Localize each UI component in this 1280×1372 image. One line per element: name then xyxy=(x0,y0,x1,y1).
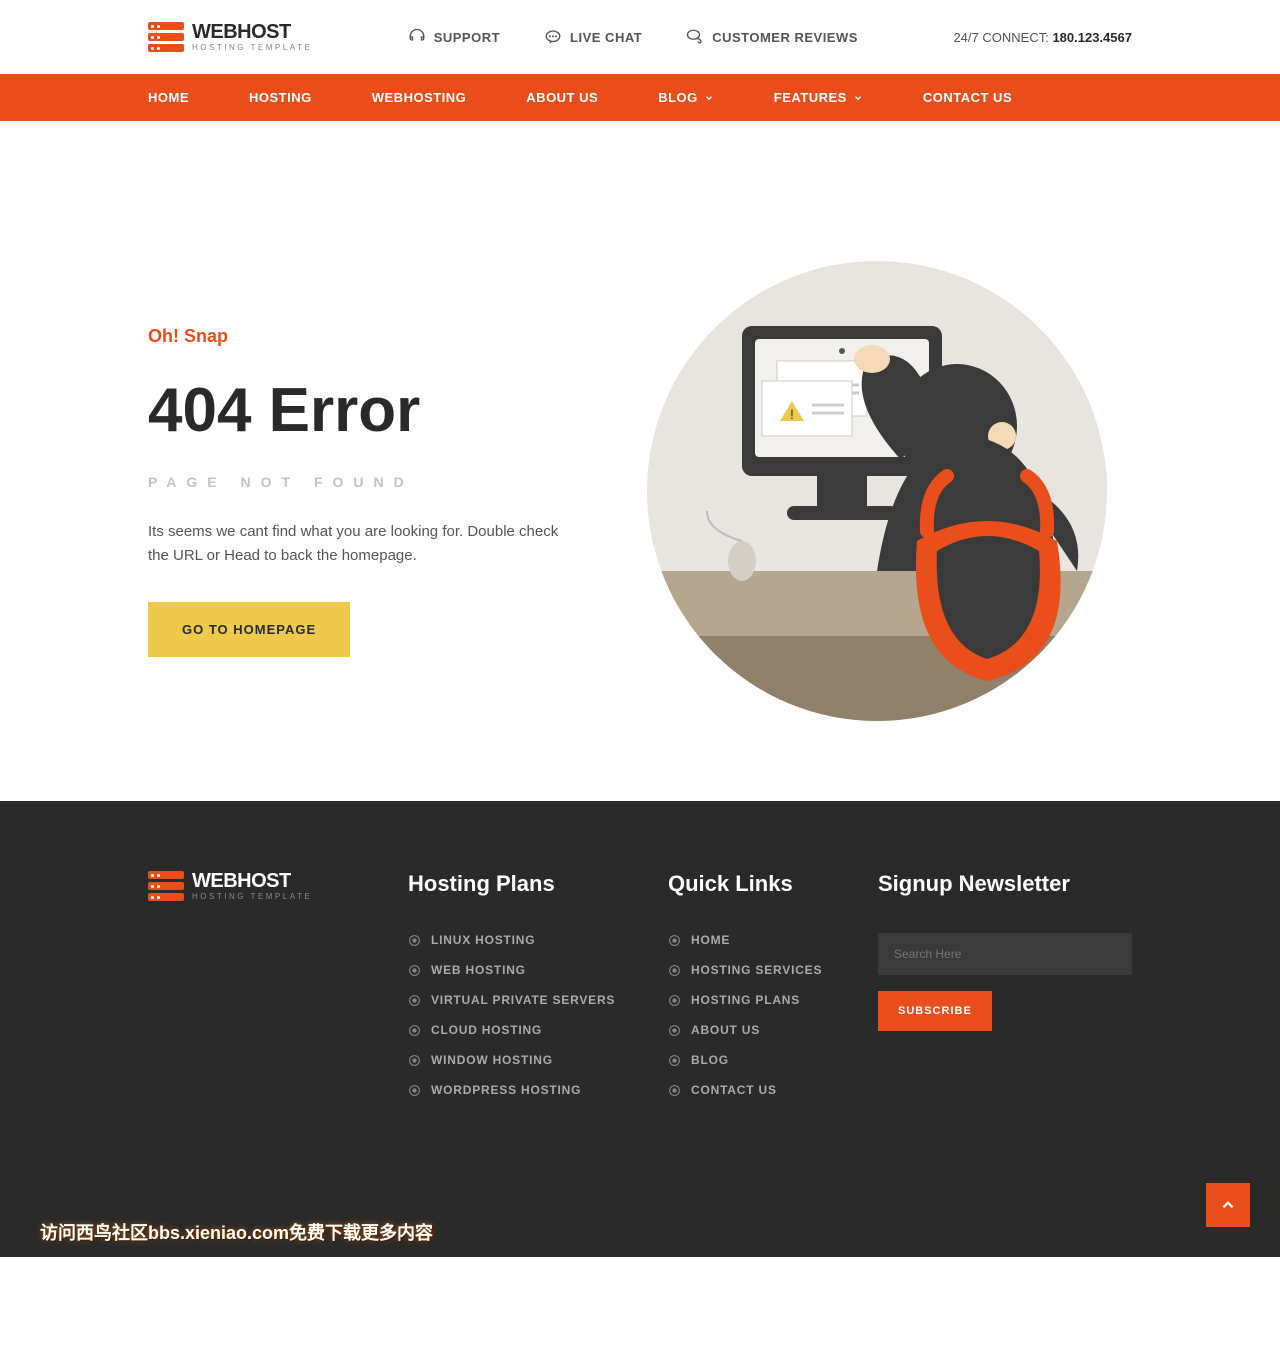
footer-quick-link[interactable]: BLOG xyxy=(668,1053,828,1067)
footer-plan-link[interactable]: VIRTUAL PRIVATE SERVERS xyxy=(408,993,618,1007)
footer-quick-label: HOME xyxy=(691,933,730,947)
logo-title: WEBHOST xyxy=(192,22,312,42)
reviews-link[interactable]: CUSTOMER REVIEWS xyxy=(686,28,858,46)
logo[interactable]: WEBHOST HOSTING TEMPLATE xyxy=(148,22,312,52)
footer-plan-link[interactable]: WINDOW HOSTING xyxy=(408,1053,618,1067)
footer-quick-link[interactable]: HOSTING PLANS xyxy=(668,993,828,1007)
comments-icon xyxy=(686,28,704,46)
chevron-down-icon xyxy=(853,93,863,103)
footer-quick-link[interactable]: ABOUT US xyxy=(668,1023,828,1037)
chevron-up-icon xyxy=(1219,1196,1237,1214)
footer-news-title: Signup Newsletter xyxy=(878,871,1132,897)
livechat-label: LIVE CHAT xyxy=(570,30,642,45)
newsletter-search-input[interactable] xyxy=(878,933,1132,975)
nav-features-label: FEATURES xyxy=(774,90,847,105)
footer-plan-label: WINDOW HOSTING xyxy=(431,1053,553,1067)
footer-plan-label: LINUX HOSTING xyxy=(431,933,535,947)
nav-contact[interactable]: CONTACT US xyxy=(923,90,1012,105)
footer-logo-title: WEBHOST xyxy=(192,871,312,891)
logo-mark-icon xyxy=(148,871,184,901)
footer-plan-link[interactable]: LINUX HOSTING xyxy=(408,933,618,947)
footer-plan-label: WEB HOSTING xyxy=(431,963,526,977)
footer-plan-link[interactable]: WEB HOSTING xyxy=(408,963,618,977)
footer-quick-label: HOSTING PLANS xyxy=(691,993,800,1007)
nav-hosting[interactable]: HOSTING xyxy=(249,90,312,105)
hero-description: Its seems we cant find what you are look… xyxy=(148,520,561,568)
error-illustration: ! ! xyxy=(647,261,1107,721)
footer-quick-label: CONTACT US xyxy=(691,1083,777,1097)
scroll-to-top-button[interactable] xyxy=(1206,1183,1250,1227)
go-homepage-button[interactable]: GO TO HOMEPAGE xyxy=(148,602,350,657)
reviews-label: CUSTOMER REVIEWS xyxy=(712,30,858,45)
nav-webhosting[interactable]: WEBHOSTING xyxy=(372,90,467,105)
subscribe-button[interactable]: SUBSCRIBE xyxy=(878,991,992,1031)
footer-quick-label: BLOG xyxy=(691,1053,729,1067)
footer-plan-link[interactable]: WORDPRESS HOSTING xyxy=(408,1083,618,1097)
livechat-link[interactable]: LIVE CHAT xyxy=(544,28,642,46)
connect-phone: 24/7 CONNECT: 180.123.4567 xyxy=(953,30,1132,45)
footer-quick-title: Quick Links xyxy=(668,871,828,897)
footer-logo[interactable]: WEBHOST HOSTING TEMPLATE xyxy=(148,871,358,901)
nav-features[interactable]: FEATURES xyxy=(774,90,863,105)
headset-icon xyxy=(408,28,426,46)
watermark-text: 访问西鸟社区bbs.xieniao.com免费下载更多内容 xyxy=(40,1219,433,1245)
hero-subtitle: PAGE NOT FOUND xyxy=(148,474,561,490)
nav-home[interactable]: HOME xyxy=(148,90,189,105)
footer-quick-label: ABOUT US xyxy=(691,1023,760,1037)
connect-number: 180.123.4567 xyxy=(1052,30,1132,45)
support-link[interactable]: SUPPORT xyxy=(408,28,500,46)
hero-title: 404 Error xyxy=(148,375,561,446)
footer-quick-link[interactable]: CONTACT US xyxy=(668,1083,828,1097)
footer-plan-link[interactable]: CLOUD HOSTING xyxy=(408,1023,618,1037)
logo-mark-icon xyxy=(148,22,184,52)
hero-eyebrow: Oh! Snap xyxy=(148,326,561,347)
svg-text:!: ! xyxy=(790,406,794,422)
support-label: SUPPORT xyxy=(434,30,500,45)
nav-blog-label: BLOG xyxy=(658,90,698,105)
connect-label: 24/7 CONNECT: xyxy=(953,30,1048,45)
footer-plans-title: Hosting Plans xyxy=(408,871,618,897)
nav-about[interactable]: ABOUT US xyxy=(526,90,598,105)
chat-icon xyxy=(544,28,562,46)
nav-blog[interactable]: BLOG xyxy=(658,90,714,105)
chevron-down-icon xyxy=(704,93,714,103)
main-nav: HOME HOSTING WEBHOSTING ABOUT US BLOG FE… xyxy=(0,74,1280,121)
footer-plan-label: WORDPRESS HOSTING xyxy=(431,1083,581,1097)
footer-quick-link[interactable]: HOSTING SERVICES xyxy=(668,963,828,977)
footer-logo-subtitle: HOSTING TEMPLATE xyxy=(192,893,312,901)
logo-subtitle: HOSTING TEMPLATE xyxy=(192,44,312,52)
footer-quick-label: HOSTING SERVICES xyxy=(691,963,822,977)
footer-plan-label: VIRTUAL PRIVATE SERVERS xyxy=(431,993,615,1007)
footer-quick-link[interactable]: HOME xyxy=(668,933,828,947)
footer-plan-label: CLOUD HOSTING xyxy=(431,1023,542,1037)
